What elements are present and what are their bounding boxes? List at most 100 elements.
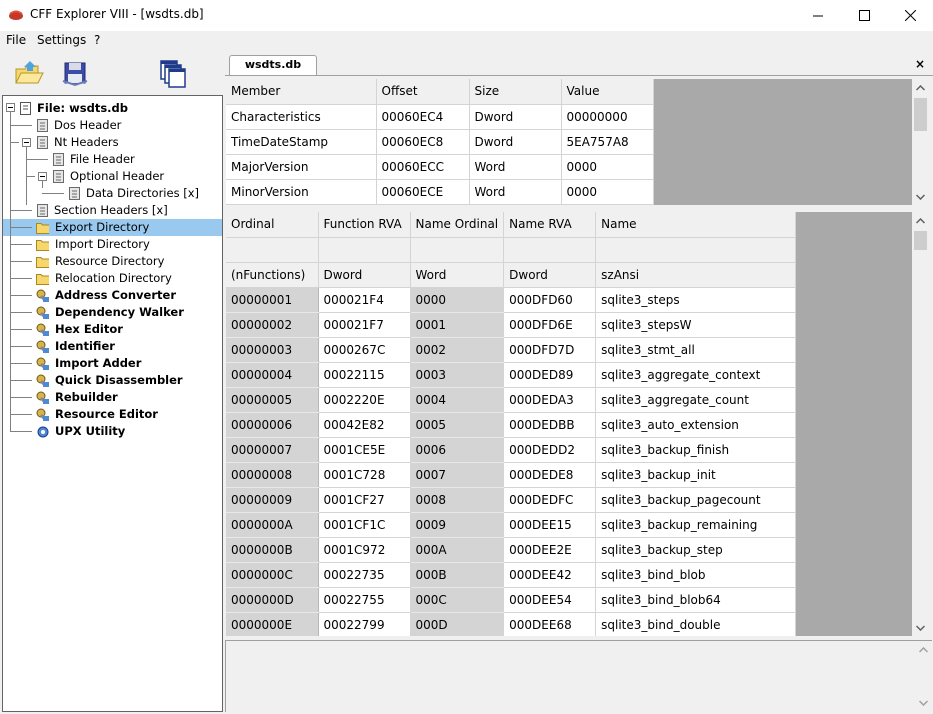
cell-name[interactable]: sqlite3_aggregate_context bbox=[595, 362, 797, 388]
cell-name[interactable]: sqlite3_bind_double bbox=[595, 612, 797, 636]
maximize-button[interactable] bbox=[841, 0, 887, 31]
windows-button[interactable] bbox=[156, 56, 190, 90]
cell-name-rva[interactable]: 000DEE2E bbox=[503, 537, 597, 563]
table-row[interactable]: 00000003 0000267C 0002 000DFD7D sqlite3_stmt… bbox=[226, 337, 797, 363]
cell-value[interactable]: 0000 bbox=[561, 154, 654, 180]
scroll-thumb[interactable] bbox=[914, 231, 927, 250]
cell-name[interactable]: sqlite3_stepsW bbox=[595, 312, 797, 338]
cell-name[interactable]: sqlite3_backup_init bbox=[595, 462, 797, 488]
scroll-down-icon[interactable] bbox=[915, 694, 932, 711]
export-grid-scrollbar[interactable] bbox=[912, 212, 929, 636]
cell-name-rva[interactable]: 000DEDFC bbox=[503, 487, 597, 513]
table-row[interactable]: 00000009 0001CF27 0008 000DEDFC sqlite3_back… bbox=[226, 487, 797, 513]
close-window-button[interactable] bbox=[887, 0, 933, 31]
table-row[interactable]: 0000000C 00022735 000B 000DEE42 sqlite3_bind… bbox=[226, 562, 797, 588]
cell-name[interactable]: sqlite3_bind_blob bbox=[595, 562, 797, 588]
cell-function-rva[interactable]: 0001C972 bbox=[318, 537, 411, 563]
cell-name[interactable]: sqlite3_backup_pagecount bbox=[595, 487, 797, 513]
cell-name-rva[interactable]: 000DFD6E bbox=[503, 312, 597, 338]
menu-file[interactable]: File bbox=[6, 33, 26, 47]
cell-function-rva[interactable]: 0001CE5E bbox=[318, 437, 411, 463]
cell-name-rva[interactable]: 000DEDA3 bbox=[503, 387, 597, 413]
cell-function-rva[interactable]: 0001CF1C bbox=[318, 512, 411, 538]
cell-name-rva[interactable]: 000DEE68 bbox=[503, 612, 597, 636]
table-row[interactable]: 00000001 000021F4 0000 000DFD60 sqlite3_step… bbox=[226, 287, 797, 313]
column-header-offset[interactable]: Offset bbox=[376, 79, 470, 105]
cell-name-rva[interactable]: 000DED89 bbox=[503, 362, 597, 388]
table-row[interactable]: 00000008 0001C728 0007 000DEDE8 sqlite3_back… bbox=[226, 462, 797, 488]
scroll-up-icon[interactable] bbox=[915, 641, 932, 658]
cell-function-rva[interactable]: 0001C728 bbox=[318, 462, 411, 488]
collapse-toggle-root[interactable] bbox=[6, 103, 15, 112]
close-tab-button[interactable]: × bbox=[915, 57, 925, 71]
pane-splitter[interactable] bbox=[226, 205, 933, 212]
cell-function-rva[interactable]: 00022735 bbox=[318, 562, 411, 588]
table-row[interactable]: 0000000A 0001CF1C 0009 000DEE15 sqlite3_back… bbox=[226, 512, 797, 538]
cell-name-rva[interactable]: 000DEDBB bbox=[503, 412, 597, 438]
column-header-name-ordinal[interactable]: Name Ordinal bbox=[410, 212, 505, 238]
upper-grid-scrollbar[interactable] bbox=[912, 79, 929, 205]
cell-name-rva[interactable]: 000DFD7D bbox=[503, 337, 597, 363]
cell-function-rva[interactable]: 00022115 bbox=[318, 362, 411, 388]
tab-wsdts-db[interactable]: wsdts.db bbox=[229, 55, 317, 75]
cell-name-rva[interactable]: 000DFD60 bbox=[503, 287, 597, 313]
cell-name[interactable]: sqlite3_backup_remaining bbox=[595, 512, 797, 538]
cell-function-rva[interactable]: 0001CF27 bbox=[318, 487, 411, 513]
collapse-toggle-optional-header[interactable] bbox=[38, 172, 47, 181]
cell-name-rva[interactable]: 000DEE15 bbox=[503, 512, 597, 538]
table-row[interactable]: 00000002 000021F7 0001 000DFD6E sqlite3_step… bbox=[226, 312, 797, 338]
cell-name[interactable]: sqlite3_backup_finish bbox=[595, 437, 797, 463]
cell-function-rva[interactable]: 00022799 bbox=[318, 612, 411, 636]
cell-name-rva[interactable]: 000DEE54 bbox=[503, 587, 597, 613]
table-row[interactable]: 0000000D 00022755 000C 000DEE54 sqlite3_bind… bbox=[226, 587, 797, 613]
column-header-member[interactable]: Member bbox=[226, 79, 377, 105]
table-row[interactable]: 00000007 0001CE5E 0006 000DEDD2 sqlite3_back… bbox=[226, 437, 797, 463]
minimize-button[interactable] bbox=[795, 0, 841, 31]
cell-name[interactable]: sqlite3_bind_blob64 bbox=[595, 587, 797, 613]
column-header-name-rva[interactable]: Name RVA bbox=[503, 212, 597, 238]
table-row[interactable]: 0000000B 0001C972 000A 000DEE2E sqlite3_back… bbox=[226, 537, 797, 563]
collapse-toggle-nt-headers[interactable] bbox=[22, 138, 31, 147]
table-row[interactable]: 00000006 00042E82 0005 000DEDBB sqlite3_auto… bbox=[226, 412, 797, 438]
table-row[interactable]: TimeDateStamp 00060EC8 Dword 5EA757A8 bbox=[226, 129, 654, 155]
cell-function-rva[interactable]: 0000267C bbox=[318, 337, 411, 363]
cell-value[interactable]: 0000 bbox=[561, 179, 654, 205]
column-header-name[interactable]: Name bbox=[595, 212, 797, 238]
menu-settings[interactable]: Settings bbox=[37, 33, 86, 47]
scroll-down-icon[interactable] bbox=[912, 619, 929, 636]
cell-function-rva[interactable]: 00042E82 bbox=[318, 412, 411, 438]
table-row[interactable]: MinorVersion 00060ECE Word 0000 bbox=[226, 179, 654, 205]
table-row[interactable]: 00000005 0002220E 0004 000DEDA3 sqlite3_aggr… bbox=[226, 387, 797, 413]
cell-name-rva[interactable]: 000DEE42 bbox=[503, 562, 597, 588]
table-row[interactable]: 00000004 00022115 0003 000DED89 sqlite3_aggr… bbox=[226, 362, 797, 388]
column-header-size[interactable]: Size bbox=[469, 79, 562, 105]
cell-name[interactable]: sqlite3_steps bbox=[595, 287, 797, 313]
cell-name[interactable]: sqlite3_auto_extension bbox=[595, 412, 797, 438]
cell-value[interactable]: 5EA757A8 bbox=[561, 129, 654, 155]
cell-function-rva[interactable]: 00022755 bbox=[318, 587, 411, 613]
cell-name-rva[interactable]: 000DEDD2 bbox=[503, 437, 597, 463]
cell-name[interactable]: sqlite3_backup_step bbox=[595, 537, 797, 563]
scroll-down-icon[interactable] bbox=[912, 188, 929, 205]
open-file-button[interactable] bbox=[12, 56, 46, 90]
cell-function-rva[interactable]: 000021F4 bbox=[318, 287, 411, 313]
column-header-function-rva[interactable]: Function RVA bbox=[318, 212, 411, 238]
scroll-thumb[interactable] bbox=[914, 98, 927, 131]
scroll-up-icon[interactable] bbox=[912, 212, 929, 229]
save-file-button[interactable] bbox=[58, 56, 92, 90]
column-header-value[interactable]: Value bbox=[561, 79, 654, 105]
cell-name[interactable]: sqlite3_stmt_all bbox=[595, 337, 797, 363]
table-row[interactable]: 0000000E 00022799 000D 000DEE68 sqlite3_bind… bbox=[226, 612, 797, 636]
column-header-ordinal[interactable]: Ordinal bbox=[226, 212, 319, 238]
table-row[interactable]: MajorVersion 00060ECC Word 0000 bbox=[226, 154, 654, 180]
cell-function-rva[interactable]: 000021F7 bbox=[318, 312, 411, 338]
cell-value[interactable]: 00000000 bbox=[561, 104, 654, 130]
scroll-up-icon[interactable] bbox=[912, 79, 929, 96]
tree-root-file[interactable]: File: wsdts.db bbox=[19, 100, 219, 117]
cell-name[interactable]: sqlite3_aggregate_count bbox=[595, 387, 797, 413]
menu-help[interactable]: ? bbox=[94, 33, 100, 47]
cell-function-rva[interactable]: 0002220E bbox=[318, 387, 411, 413]
table-row[interactable]: Characteristics 00060EC4 Dword 00000000 bbox=[226, 104, 654, 130]
cell-name-rva[interactable]: 000DEDE8 bbox=[503, 462, 597, 488]
details-scrollbar[interactable] bbox=[915, 641, 932, 711]
